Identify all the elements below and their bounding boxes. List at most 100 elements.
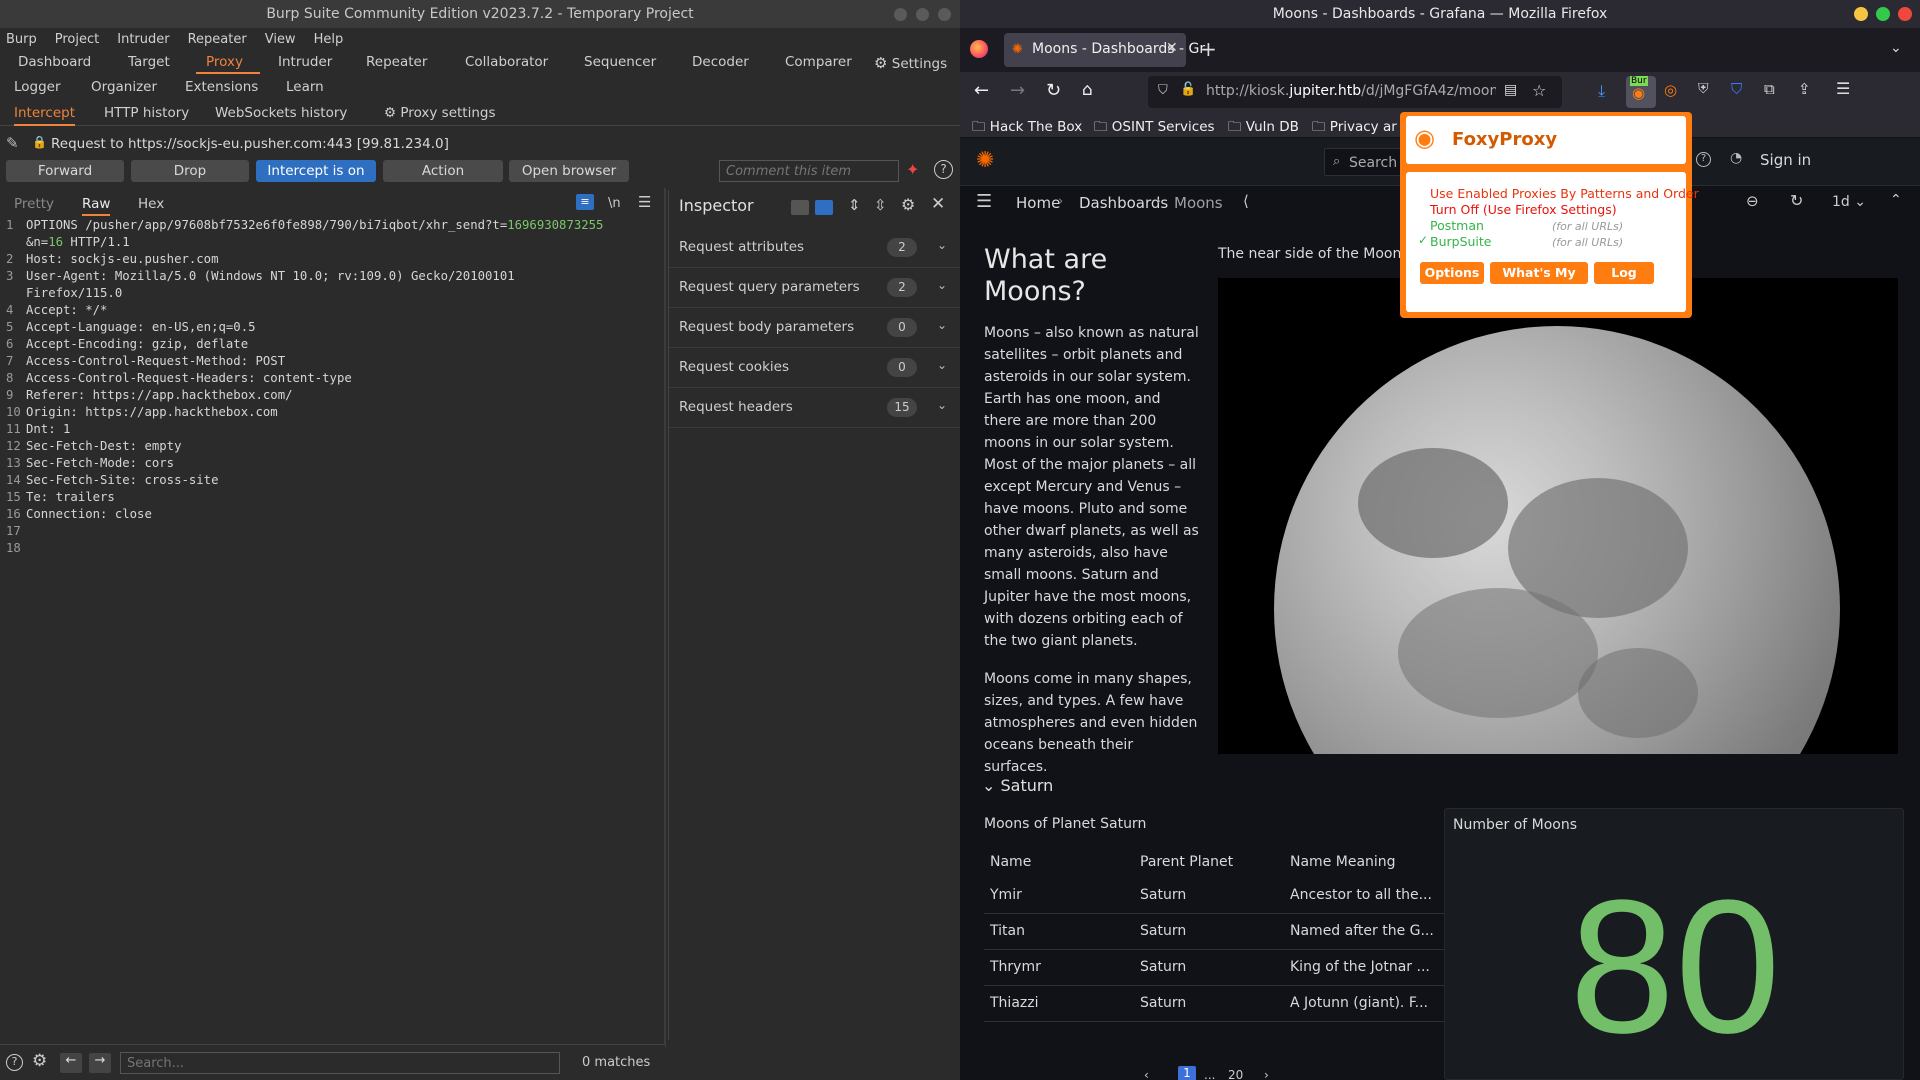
share-icon[interactable]: ⟨ <box>1243 192 1249 210</box>
proxy-settings-button[interactable]: ⚙ Proxy settings <box>384 105 496 121</box>
tab-proxy[interactable]: Proxy <box>206 54 243 70</box>
table-row[interactable]: Thiazzi Saturn A Jotunn (giant). F... <box>984 986 1444 1022</box>
tab-sequencer[interactable]: Sequencer <box>584 54 656 70</box>
tab-dashboard[interactable]: Dashboard <box>18 54 91 70</box>
chevron-down-icon[interactable]: ⌄ <box>937 398 947 412</box>
extensions-icon[interactable]: ⧉ <box>1764 80 1775 98</box>
help-icon[interactable]: ? <box>6 1054 23 1071</box>
close-icon[interactable] <box>1898 7 1912 21</box>
url-bar[interactable]: ⛉ 🔓 http://kiosk.jupiter.htb/d/jMgFGfA4z… <box>1148 76 1562 108</box>
maximize-icon[interactable] <box>916 8 929 21</box>
bitwarden-icon[interactable]: ⛉ <box>1731 80 1742 98</box>
proxy-postman[interactable]: Postman <box>1430 218 1484 233</box>
comment-input[interactable] <box>719 160 899 182</box>
forward-button[interactable]: Forward <box>6 160 124 182</box>
open-browser-button[interactable]: Open browser <box>509 160 629 182</box>
highlight-color-icon[interactable]: ✦ <box>906 160 919 179</box>
reader-view-icon[interactable]: ▤ <box>1504 82 1517 98</box>
bookmark-vuln-db[interactable]: 🗀 Vuln DB <box>1228 117 1299 140</box>
subtab-intercept[interactable]: Intercept <box>14 105 75 126</box>
ublock-icon[interactable]: ⛨ <box>1698 81 1709 97</box>
expand-all-icon[interactable]: ⇕ <box>848 196 861 214</box>
inspector-section[interactable]: Request headers 15 ⌄ <box>669 388 960 428</box>
bookmark-privacy[interactable]: 🗀 Privacy ar <box>1312 117 1397 140</box>
close-icon[interactable]: ✕ <box>931 194 945 214</box>
bookmark-hack-the-box[interactable]: 🗀 Hack The Box <box>972 117 1082 140</box>
inspector-section[interactable]: Request query parameters 2 ⌄ <box>669 268 960 308</box>
browser-tab[interactable]: ✺ Moons - Dashboards - Gr ✕ <box>1004 33 1205 67</box>
insecure-lock-icon[interactable]: 🔓 <box>1180 82 1196 97</box>
table-row[interactable]: Ymir Saturn Ancestor to all the... <box>984 878 1444 914</box>
cookie-extension-icon[interactable]: ◎ <box>1664 81 1677 99</box>
tab-comparer[interactable]: Comparer <box>785 54 852 70</box>
next-page-icon[interactable]: › <box>1264 1068 1269 1080</box>
layout-split-icon[interactable] <box>815 200 833 215</box>
col-parent-planet[interactable]: Parent Planet <box>1140 854 1233 870</box>
rss-icon[interactable]: ◔ <box>1730 150 1742 166</box>
tab-intruder[interactable]: Intruder <box>278 54 332 70</box>
sign-in-link[interactable]: Sign in <box>1760 151 1811 169</box>
drop-button[interactable]: Drop <box>131 160 249 182</box>
minimize-icon[interactable] <box>1854 7 1868 21</box>
breadcrumb-dashboards[interactable]: Dashboards <box>1079 194 1168 212</box>
tab-extensions[interactable]: Extensions <box>185 79 258 95</box>
foxyproxy-whats-my-ip-button[interactable]: What's My IP? <box>1490 262 1588 302</box>
list-tabs-icon[interactable]: ⌄ <box>1890 40 1902 56</box>
col-name-meaning[interactable]: Name Meaning <box>1290 854 1396 870</box>
editor-tab-pretty[interactable]: Pretty <box>14 196 54 212</box>
close-icon[interactable] <box>938 8 951 21</box>
zoom-out-icon[interactable]: ⊖ <box>1746 192 1759 210</box>
tab-collaborator[interactable]: Collaborator <box>465 54 548 70</box>
collapse-icon[interactable]: ⌃ <box>1890 192 1902 208</box>
newline-toggle[interactable]: \n <box>608 196 621 211</box>
action-button[interactable]: Action <box>383 160 503 182</box>
table-row[interactable]: Titan Saturn Named after the G... <box>984 914 1444 950</box>
pencil-icon[interactable]: ✎ <box>6 134 19 152</box>
app-menu-icon[interactable]: ☰ <box>1836 79 1850 98</box>
collapse-all-icon[interactable]: ⇳ <box>874 196 887 214</box>
foxyproxy-extension-button[interactable]: ◉ Bur <box>1626 76 1656 108</box>
prev-page-icon[interactable]: ‹ <box>1144 1068 1149 1080</box>
editor-menu-icon[interactable]: ☰ <box>638 193 651 211</box>
chevron-down-icon[interactable]: ⌄ <box>937 358 947 372</box>
maximize-icon[interactable] <box>1876 7 1890 21</box>
forward-icon[interactable]: → <box>1010 80 1025 101</box>
downloads-icon[interactable]: ⤓ <box>1598 81 1605 101</box>
refresh-interval-picker[interactable]: 1d ⌄ <box>1832 194 1866 210</box>
editor-tab-hex[interactable]: Hex <box>138 196 164 212</box>
breadcrumb-home[interactable]: Home <box>1016 194 1060 212</box>
tab-organizer[interactable]: Organizer <box>91 79 157 95</box>
foxyproxy-options-button[interactable]: Options <box>1420 262 1484 284</box>
next-arrow-icon[interactable]: → <box>89 1053 111 1073</box>
home-icon[interactable]: ⌂ <box>1082 80 1093 100</box>
tab-repeater[interactable]: Repeater <box>366 54 427 70</box>
reload-icon[interactable]: ↻ <box>1046 80 1061 101</box>
previous-arrow-icon[interactable]: ← <box>60 1053 82 1073</box>
close-tab-icon[interactable]: ✕ <box>1166 40 1178 56</box>
layout-side-icon[interactable] <box>791 200 809 215</box>
grafana-logo-icon[interactable]: ✺ <box>976 148 994 173</box>
table-row[interactable]: Thrymr Saturn King of the Jotnar ... <box>984 950 1444 986</box>
foxyproxy-log-button[interactable]: Log <box>1594 262 1654 284</box>
editor-tab-raw[interactable]: Raw <box>82 196 111 216</box>
intercept-toggle-button[interactable]: Intercept is on <box>256 160 376 182</box>
tab-logger[interactable]: Logger <box>14 79 61 95</box>
refresh-icon[interactable]: ↻ <box>1790 191 1803 210</box>
shield-icon[interactable]: ⛉ <box>1158 83 1168 98</box>
menu-view[interactable]: View <box>265 32 296 47</box>
help-icon[interactable]: ? <box>1696 152 1711 167</box>
chevron-down-icon[interactable]: ⌄ <box>937 278 947 292</box>
splitter[interactable] <box>664 188 666 1048</box>
chevron-down-icon[interactable]: ⌄ <box>937 318 947 332</box>
settings-button[interactable]: ⚙ Settings <box>874 54 947 72</box>
firefox-icon[interactable] <box>970 40 988 58</box>
tab-learn[interactable]: Learn <box>286 79 324 95</box>
page-last[interactable]: 20 <box>1228 1068 1243 1080</box>
col-name[interactable]: Name <box>990 854 1031 870</box>
page-current[interactable]: 1 <box>1178 1066 1196 1080</box>
mode-turn-off[interactable]: Turn Off (Use Firefox Settings) <box>1430 202 1617 217</box>
bookmark-osint-services[interactable]: 🗀 OSINT Services <box>1094 117 1215 140</box>
proxy-burpsuite[interactable]: BurpSuite <box>1430 234 1492 249</box>
gear-icon[interactable]: ⚙ <box>901 195 915 214</box>
bookmark-star-icon[interactable]: ☆ <box>1532 81 1546 100</box>
